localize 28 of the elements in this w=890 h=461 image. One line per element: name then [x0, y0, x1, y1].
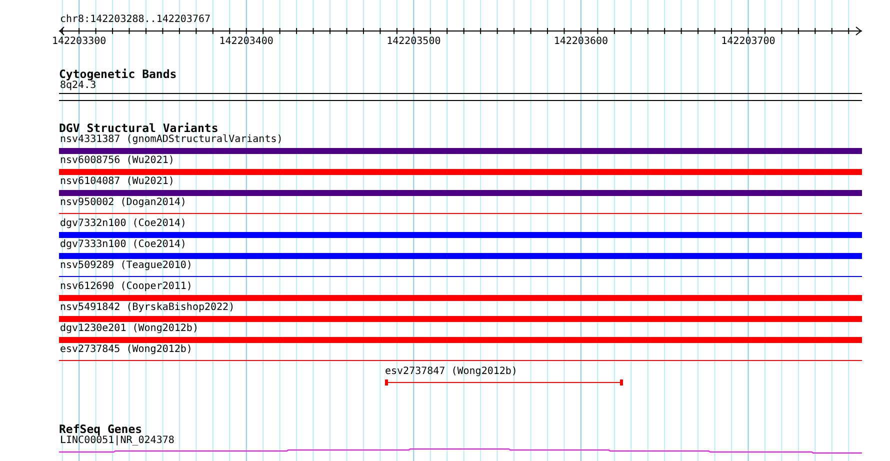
- variant-bar[interactable]: [59, 232, 862, 238]
- variant-label: nsv950002 (Dogan2014): [59, 197, 186, 209]
- variant-bar[interactable]: [59, 148, 862, 154]
- variant-label: nsv6008756 (Wu2021): [59, 155, 174, 167]
- variant-label: dgv1230e201 (Wong2012b): [59, 323, 198, 335]
- variant-label: esv2737847 (Wong2012b): [384, 366, 518, 377]
- track-title: RefSeq Genes: [59, 423, 142, 435]
- axis-tick-label: 142203700: [721, 36, 776, 48]
- variant-label: nsv6104087 (Wu2021): [59, 176, 174, 188]
- axis-tick-label: 142203300: [52, 36, 106, 48]
- variant-label: nsv612690 (Cooper2011): [59, 281, 192, 293]
- track-title: Cytogenetic Bands: [59, 68, 177, 80]
- axis-tick-label: 142203600: [554, 36, 608, 48]
- variant-bar[interactable]: [59, 252, 862, 258]
- track-title: DGV Structural Variants: [59, 122, 218, 134]
- variant-label: dgv7332n100 (Coe2014): [59, 218, 186, 230]
- band-label: 8q24.3: [60, 80, 96, 92]
- variant-label: nsv4331387 (gnomADStructuralVariants): [59, 134, 283, 146]
- axis-tick-label: 142203500: [386, 36, 441, 48]
- variant-label: nsv5491842 (ByrskaBishop2022): [59, 302, 235, 314]
- gene-label: LINC00051|NR_024378: [60, 435, 174, 447]
- variant-label: nsv509289 (Teague2010): [59, 260, 192, 272]
- location-label: chr8:142203288..142203767: [59, 14, 211, 26]
- variant-label: esv2737845 (Wong2012b): [59, 344, 192, 356]
- axis-tick-label: 142203400: [219, 36, 274, 48]
- variant-label: dgv7333n100 (Coe2014): [59, 239, 186, 251]
- gene-line[interactable]: [59, 448, 862, 454]
- variant-bar[interactable]: [59, 190, 862, 196]
